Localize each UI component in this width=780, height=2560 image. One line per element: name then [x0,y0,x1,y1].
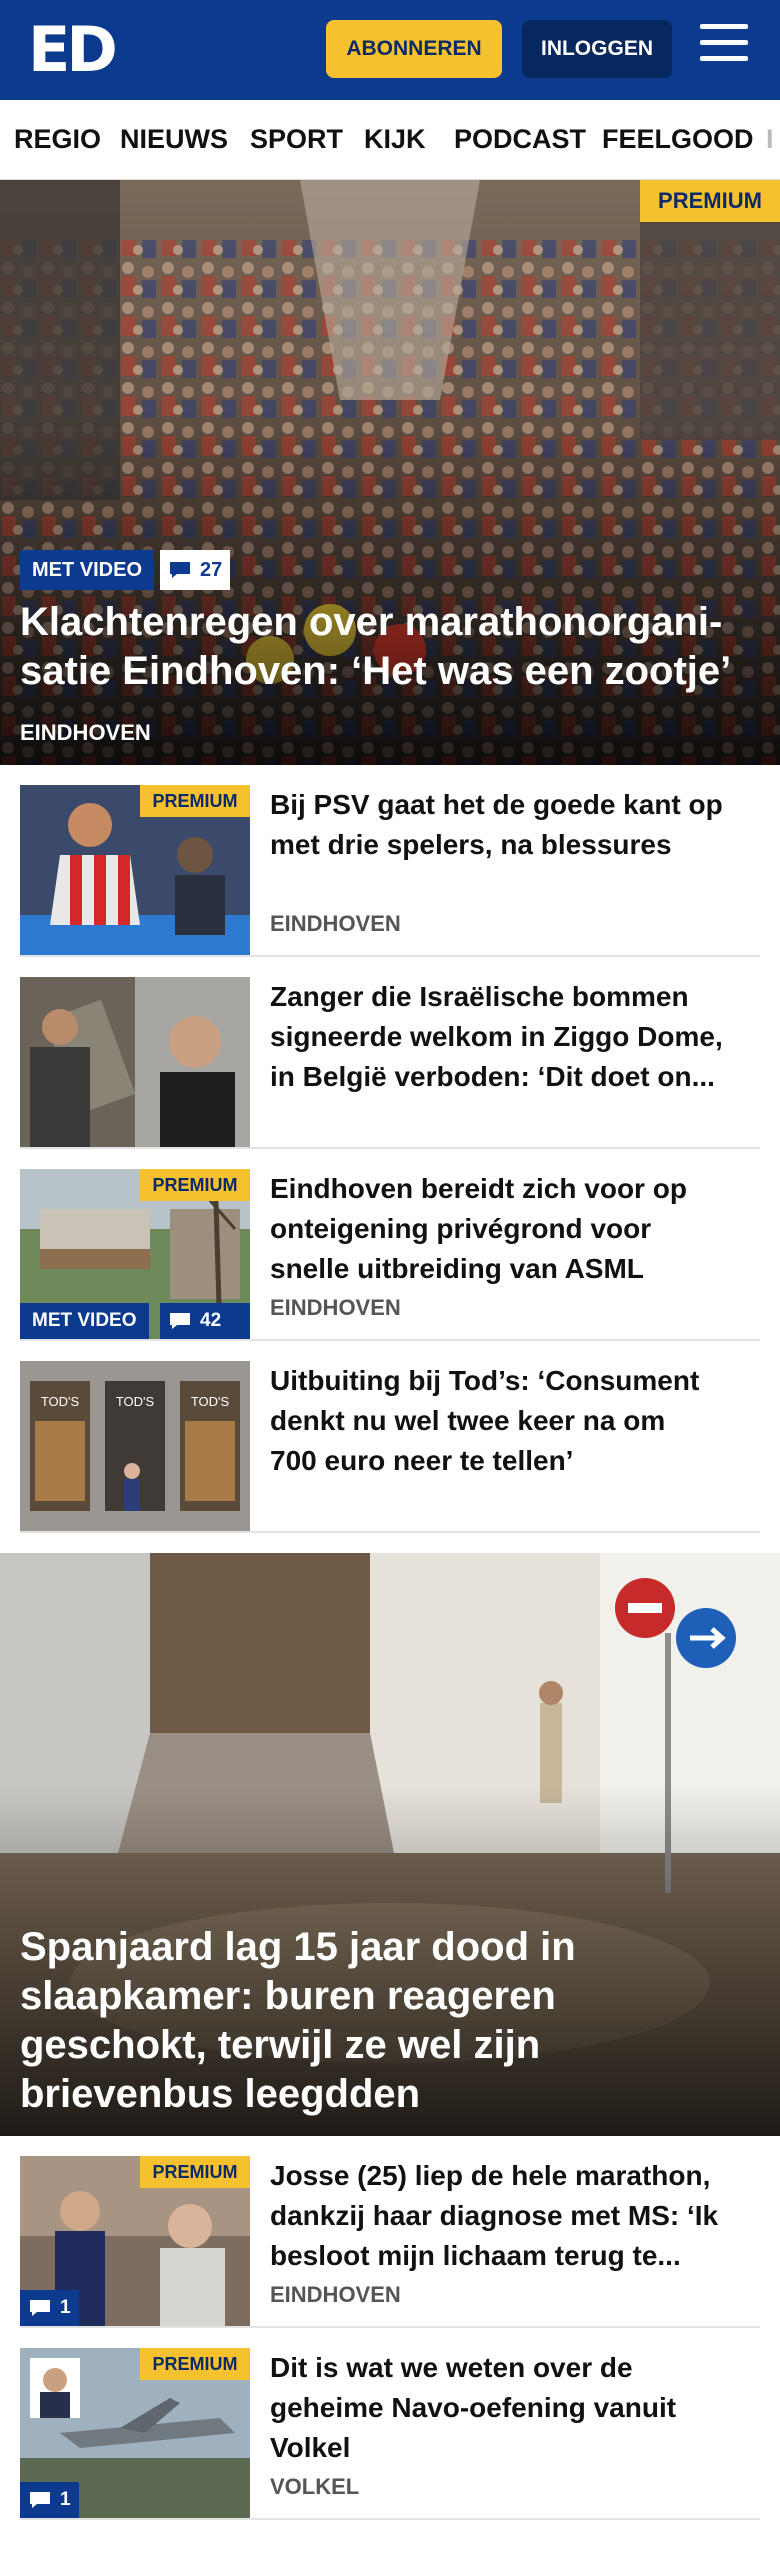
premium-badge: PREMIUM [640,180,780,222]
hero-article-spanjaard[interactable]: Spanjaard lag 15 jaar dood in slaapkamer… [0,1553,780,2136]
comment-icon [30,2492,50,2508]
comment-count-badge[interactable]: 27 [160,550,231,590]
nav-item-feelgood[interactable]: FEELGOOD [602,124,754,155]
article-title-line: Bij PSV gaat het de goede kant op [270,789,723,820]
article-asml[interactable]: PREMIUM MET VIDEO 42 Eindhoven bereidt z… [20,1169,760,1341]
article-title: Bij PSV gaat het de goede kant op met dr… [270,785,760,865]
hero-title-line: brievenbus leegdden [20,2072,421,2116]
comment-count: 27 [200,558,223,581]
article-title-line: denkt nu wel twee keer na om [270,1405,666,1436]
hero-title-line: Klachtenregen over marathonorgani- [20,600,723,644]
premium-badge: PREMIUM [140,2348,250,2380]
article-title-line: Eindhoven bereidt zich voor op [270,1173,687,1204]
comment-icon [170,562,190,578]
subscribe-button[interactable]: ABONNEREN [326,20,502,78]
article-title-line: Josse (25) liep de hele marathon, [270,2160,711,2191]
nav-item-overflow[interactable]: I [766,124,774,155]
article-title-line: Uitbuiting bij Tod’s: ‘Consument [270,1365,700,1396]
premium-badge: PREMIUM [140,1169,250,1201]
comment-count-badge[interactable]: 42 [160,1303,250,1339]
article-title-line: onteigening privégrond voor [270,1213,652,1244]
comment-count-badge[interactable]: 1 [20,2482,79,2518]
site-logo[interactable]: ED [28,18,118,82]
article-thumbnail [20,977,250,1147]
comment-count-badge[interactable]: 1 [20,2290,79,2326]
video-badge: MET VIDEO [20,1303,149,1339]
article-josse[interactable]: PREMIUM 1 Josse (25) liep de hele marath… [20,2156,760,2328]
premium-badge: PREMIUM [140,2156,250,2188]
article-title-line: geheime Navo-oefening vanuit [270,2392,677,2423]
nav-item-nieuws[interactable]: NIEUWS [120,124,228,155]
location-label: VOLKEL [270,2474,360,2499]
site-header: ED ABONNEREN INLOGGEN [0,0,780,100]
hero-title-line: satie Eindhoven: ‘Het was een zootje’ [20,649,732,693]
location-label: EINDHOVEN [20,720,151,745]
comment-count: 1 [60,2489,71,2510]
hero-title-line: slaapkamer: buren reageren [20,1974,556,2018]
article-title-line: 700 euro neer te tellen’ [270,1445,574,1476]
article-tods[interactable]: TOD'S TOD'S TOD'S Uitbuiting bij Tod’s: … [20,1361,760,1533]
hero-title-line: geschokt, terwijl ze wel zijn [20,2023,541,2067]
nav-item-kijk[interactable]: KIJK [364,124,426,155]
hamburger-menu-icon[interactable] [700,24,752,72]
hero-title[interactable]: Klachtenregen over marathonorgani- satie… [20,598,731,696]
article-title: Uitbuiting bij Tod’s: ‘Consument denkt n… [270,1361,760,1481]
premium-badge: PREMIUM [140,785,250,817]
shop-sign: TOD'S [191,1394,230,1409]
comment-icon [170,1313,190,1329]
hero-title-line: Spanjaard lag 15 jaar dood in [20,1925,576,1969]
hero-title[interactable]: Spanjaard lag 15 jaar dood in slaapkamer… [20,1923,576,2119]
login-button[interactable]: INLOGGEN [522,20,672,78]
article-title: Josse (25) liep de hele marathon, dankzi… [270,2156,760,2276]
location-label: EINDHOVEN [270,911,401,936]
video-badge: MET VIDEO [20,550,155,590]
article-title-line: met drie spelers, na blessures [270,829,672,860]
article-title-line: snelle uitbreiding van ASML [270,1253,644,1284]
nav-item-regio[interactable]: REGIO [14,124,101,155]
location-label: EINDHOVEN [270,2282,401,2307]
article-title-line: dankzij haar diagnose met MS: ‘Ik [270,2200,719,2231]
comment-icon [30,2300,50,2316]
nav-item-podcast[interactable]: PODCAST [454,124,586,155]
article-title: Eindhoven bereidt zich voor op onteigeni… [270,1169,760,1289]
nav-item-sport[interactable]: SPORT [250,124,343,155]
article-title-line: Zanger die Israëlische bommen [270,981,689,1012]
comment-count: 1 [60,2297,71,2318]
article-thumbnail: TOD'S TOD'S TOD'S [20,1361,250,1531]
shop-sign: TOD'S [41,1394,80,1409]
article-title-line: Dit is wat we weten over de [270,2352,633,2383]
shop-sign: TOD'S [116,1394,155,1409]
article-zanger[interactable]: Zanger die Israëlische bommen signeerde … [20,977,760,1149]
location-label: EINDHOVEN [270,1295,401,1320]
hero-article-marathon[interactable]: PREMIUM MET VIDEO 27 Klachtenregen over … [0,180,780,765]
article-title-line: besloot mijn lichaam terug te... [270,2240,681,2271]
article-title-line: in België verboden: ‘Dit doet on... [270,1061,715,1092]
article-title: Zanger die Israëlische bommen signeerde … [270,977,760,1097]
article-navo[interactable]: PREMIUM 1 Dit is wat we weten over de ge… [20,2348,760,2520]
article-title-line: signeerde welkom in Ziggo Dome, [270,1021,723,1052]
article-title: Dit is wat we weten over de geheime Navo… [270,2348,760,2468]
article-psv[interactable]: PREMIUM Bij PSV gaat het de goede kant o… [20,785,760,957]
article-title-line: Volkel [270,2432,351,2463]
comment-count: 42 [200,1310,222,1331]
section-nav: REGIO NIEUWS SPORT KIJK PODCAST FEELGOOD… [0,100,780,180]
